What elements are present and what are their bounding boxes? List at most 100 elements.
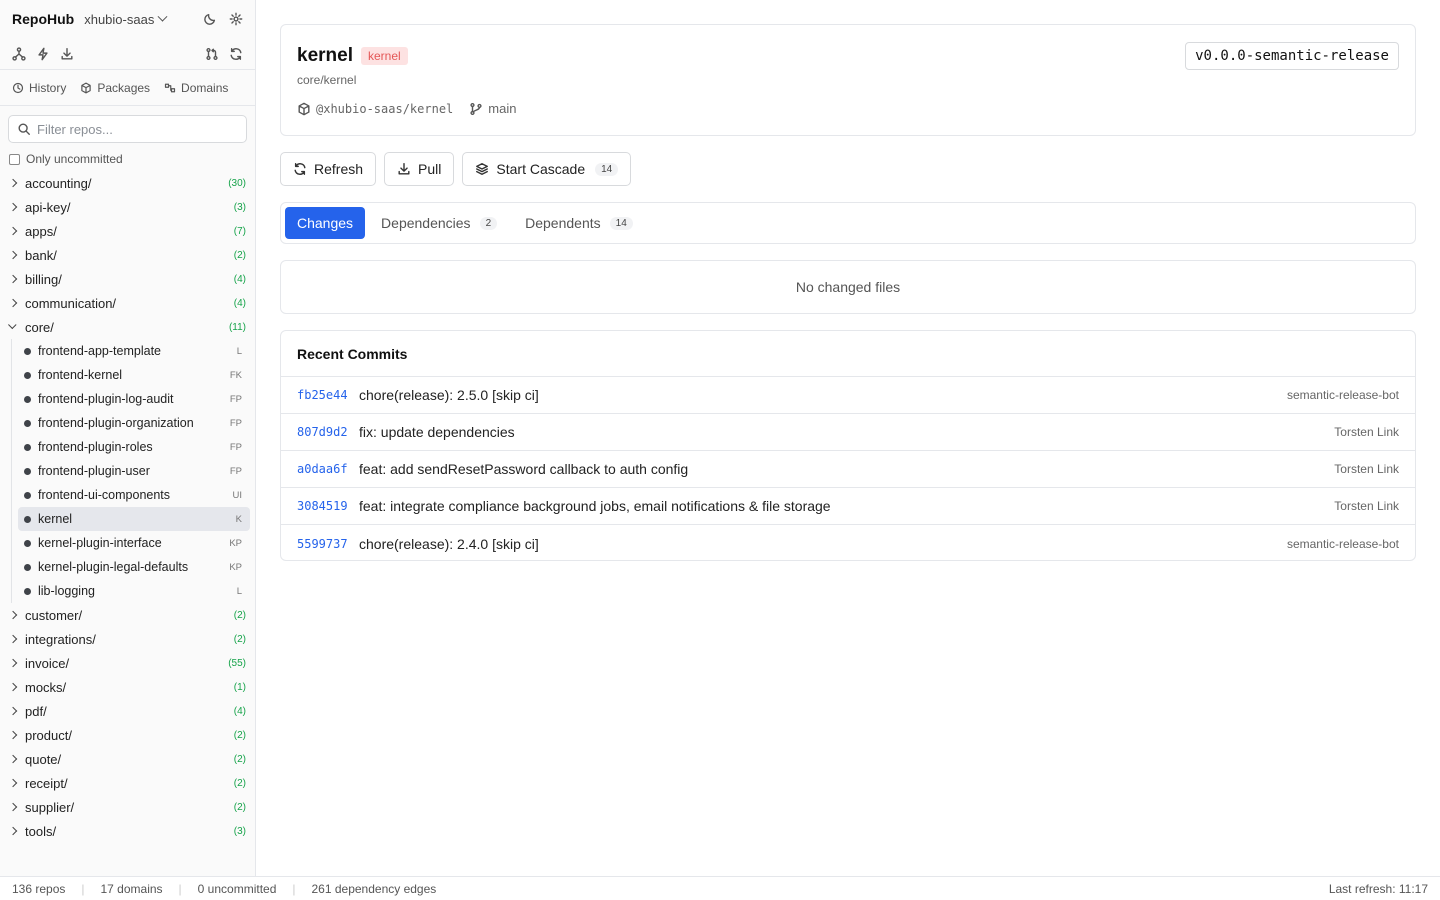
- download-icon[interactable]: [60, 47, 74, 61]
- group-communication[interactable]: communication/(4): [0, 291, 255, 315]
- repo-item[interactable]: frontend-kernel FK: [18, 363, 250, 387]
- chevron-right-icon: [8, 250, 18, 260]
- group-apps[interactable]: apps/(7): [0, 219, 255, 243]
- repo-item[interactable]: frontend-ui-components UI: [18, 483, 250, 507]
- repo-name: kernel: [297, 45, 353, 66]
- filter-input[interactable]: [37, 121, 237, 137]
- org-selector[interactable]: xhubio-saas: [84, 11, 168, 27]
- group-bank[interactable]: bank/(2): [0, 243, 255, 267]
- repos-count: 136 repos: [12, 881, 66, 896]
- repo-abbr: FP: [229, 465, 242, 477]
- commit-author: semantic-release-bot: [1286, 536, 1399, 551]
- commit-row: fb25e44 chore(release): 2.5.0 [skip ci] …: [281, 377, 1415, 414]
- last-refresh: Last refresh: 11:17: [1328, 881, 1428, 896]
- repo-item[interactable]: frontend-app-template L: [18, 339, 250, 363]
- repo-abbr: FP: [229, 393, 242, 405]
- group-count: (2): [233, 633, 246, 645]
- repo-item[interactable]: frontend-plugin-organization FP: [18, 411, 250, 435]
- detail-tabs: Changes Dependencies 2 Dependents 14: [280, 202, 1416, 244]
- status-dot: [24, 491, 31, 499]
- group-accounting[interactable]: accounting/(30): [0, 171, 255, 195]
- group-customer[interactable]: customer/(2): [0, 603, 255, 627]
- refresh-icon[interactable]: [229, 47, 243, 61]
- commit-author: Torsten Link: [1334, 499, 1399, 513]
- commit-sha[interactable]: 5599737: [297, 537, 359, 551]
- group-billing[interactable]: billing/(4): [0, 267, 255, 291]
- dependencies-count: 2: [479, 216, 498, 230]
- only-uncommitted-toggle[interactable]: Only uncommitted: [0, 151, 255, 167]
- group-core[interactable]: core/(11): [0, 315, 255, 339]
- group-invoice[interactable]: invoice/(55): [0, 651, 255, 675]
- tab-dependents[interactable]: Dependents 14: [513, 207, 645, 239]
- group-mocks[interactable]: mocks/(1): [0, 675, 255, 699]
- status-dot: [24, 443, 31, 451]
- repo-item[interactable]: frontend-plugin-log-audit FP: [18, 387, 250, 411]
- pull-button[interactable]: Pull: [384, 152, 455, 186]
- repo-item[interactable]: kernel-plugin-legal-defaults KP: [18, 555, 250, 579]
- repo-abbr: UI: [232, 489, 243, 501]
- moon-icon[interactable]: [203, 12, 217, 26]
- repo-item[interactable]: lib-logging L: [18, 579, 250, 603]
- group-receipt[interactable]: receipt/(2): [0, 771, 255, 795]
- commit-message: fix: update dependencies: [359, 424, 515, 440]
- refresh-button[interactable]: Refresh: [280, 152, 377, 186]
- pull-request-icon[interactable]: [205, 47, 219, 61]
- commit-row: 5599737 chore(release): 2.4.0 [skip ci] …: [281, 525, 1415, 562]
- branch-name: main: [469, 101, 516, 116]
- gear-icon[interactable]: [229, 12, 243, 26]
- org-name: xhubio-saas: [84, 11, 155, 27]
- repo-tree: accounting/(30) api-key/(3) apps/(7) ban…: [0, 171, 255, 843]
- lightning-icon[interactable]: [36, 47, 50, 61]
- commit-sha[interactable]: 3084519: [297, 499, 359, 513]
- group-quote[interactable]: quote/(2): [0, 747, 255, 771]
- domains-count: 17 domains: [100, 881, 163, 896]
- only-uncommitted-checkbox[interactable]: [9, 153, 20, 165]
- refresh-icon: [293, 162, 307, 176]
- group-tools[interactable]: tools/(3): [0, 819, 255, 843]
- package-icon: [297, 102, 311, 116]
- commit-sha[interactable]: a0daa6f: [297, 462, 359, 476]
- repo-item-selected[interactable]: kernel K: [18, 507, 250, 531]
- tab-changes[interactable]: Changes: [285, 207, 366, 239]
- group-supplier[interactable]: supplier/(2): [0, 795, 255, 819]
- tab-packages[interactable]: Packages: [80, 81, 150, 95]
- status-dot: [24, 371, 31, 379]
- repo-abbr: FP: [229, 417, 242, 429]
- group-api-key[interactable]: api-key/(3): [0, 195, 255, 219]
- group-count: (30): [228, 177, 246, 189]
- layers-icon: [475, 162, 489, 176]
- group-count: (7): [233, 225, 246, 237]
- chevron-right-icon: [8, 178, 18, 188]
- tab-dependencies[interactable]: Dependencies 2: [369, 207, 509, 239]
- action-bar: Refresh Pull Start Cascade 14: [280, 152, 632, 186]
- package-icon: [80, 82, 92, 94]
- group-count: (55): [228, 657, 246, 669]
- status-dot: [24, 395, 31, 403]
- commit-message: feat: add sendResetPassword callback to …: [359, 461, 689, 477]
- group-integrations[interactable]: integrations/(2): [0, 627, 255, 651]
- group-pdf[interactable]: pdf/(4): [0, 699, 255, 723]
- chevron-right-icon: [8, 682, 18, 692]
- status-dot: [24, 563, 31, 571]
- repo-item[interactable]: kernel-plugin-interface KP: [18, 531, 250, 555]
- commit-sha[interactable]: fb25e44: [297, 388, 359, 402]
- repo-item[interactable]: frontend-plugin-roles FP: [18, 435, 250, 459]
- sidebar-tabs: History Packages Domains: [0, 70, 255, 106]
- group-count: (4): [233, 273, 246, 285]
- clock-icon: [12, 82, 24, 94]
- commit-row: 807d9d2 fix: update dependencies Torsten…: [281, 414, 1415, 451]
- commit-sha[interactable]: 807d9d2: [297, 425, 359, 439]
- group-product[interactable]: product/(2): [0, 723, 255, 747]
- sidebar-toolbar: [0, 38, 255, 70]
- commit-author: Torsten Link: [1334, 425, 1399, 439]
- empty-state-text: No changed files: [795, 279, 901, 295]
- repo-abbr: KP: [229, 561, 242, 573]
- status-dot: [24, 419, 31, 427]
- tab-history[interactable]: History: [12, 81, 66, 95]
- start-cascade-button[interactable]: Start Cascade 14: [462, 152, 632, 186]
- graph-icon[interactable]: [12, 46, 26, 61]
- repo-meta: @xhubio-saas/kernel main: [297, 101, 516, 116]
- tab-domains[interactable]: Domains: [164, 81, 228, 95]
- repo-abbr: KP: [229, 537, 242, 549]
- repo-item[interactable]: frontend-plugin-user FP: [18, 459, 250, 483]
